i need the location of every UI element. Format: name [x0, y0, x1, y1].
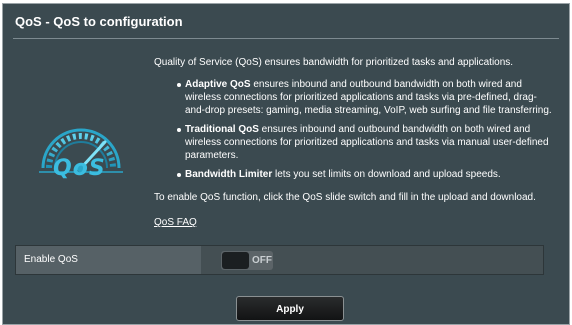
bullet-text: lets you set limits on download and uplo… — [272, 169, 501, 180]
qos-speedometer-icon: QoS — [31, 116, 131, 186]
bullet-term: Adaptive QoS — [185, 79, 251, 90]
panel-title: QoS - QoS to configuration — [15, 14, 183, 29]
intro-text: Quality of Service (QoS) ensures bandwid… — [154, 57, 514, 68]
enable-qos-row: Enable QoS OFF — [15, 245, 544, 275]
apply-button[interactable]: Apply — [236, 296, 344, 321]
enable-qos-label: Enable QoS — [16, 246, 201, 274]
list-item-traditional-qos: Traditional QoS ensures inbound and outb… — [177, 123, 554, 162]
qos-panel: QoS - QoS to configuration QoS Quality o… — [2, 3, 570, 325]
qos-faq-link[interactable]: QoS FAQ — [154, 216, 197, 229]
toggle-state-text: OFF — [252, 255, 272, 266]
list-item-adaptive-qos: Adaptive QoS ensures inbound and outboun… — [177, 78, 554, 117]
feature-list: Adaptive QoS ensures inbound and outboun… — [154, 78, 554, 181]
qos-description: Quality of Service (QoS) ensures bandwid… — [154, 56, 554, 229]
enable-qos-toggle[interactable]: OFF — [221, 251, 273, 270]
list-item-bandwidth-limiter: Bandwidth Limiter lets you set limits on… — [177, 168, 554, 181]
enable-instructions: To enable QoS function, click the QoS sl… — [154, 192, 536, 203]
title-divider — [13, 38, 559, 39]
toggle-knob — [222, 252, 249, 269]
bullet-term: Bandwidth Limiter — [185, 169, 273, 180]
bullet-term: Traditional QoS — [185, 124, 259, 135]
logo-text: QoS — [53, 156, 106, 181]
